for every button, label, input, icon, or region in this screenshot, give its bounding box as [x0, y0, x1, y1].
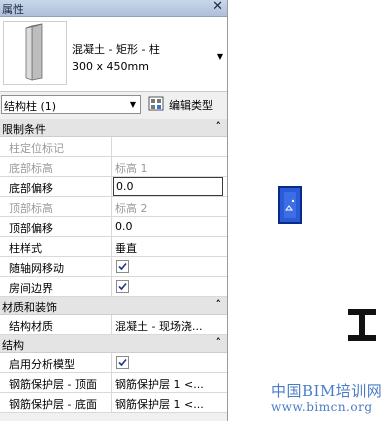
collapse-icon[interactable]: ˄ — [216, 120, 222, 133]
group-structure[interactable]: 结构 ˄ — [0, 335, 227, 353]
palette-title: 属性 — [2, 3, 24, 16]
type-name: 混凝土 - 矩形 - 柱 300 x 450mm — [72, 41, 160, 75]
row-room-bounding: 房间边界 — [0, 277, 227, 297]
checkmark-icon — [118, 358, 127, 367]
column-core — [284, 192, 296, 218]
row-moves-with-grids: 随轴网移动 — [0, 257, 227, 277]
close-icon[interactable]: ✕ — [212, 0, 223, 14]
palette-titlebar: 属性 ✕ — [0, 0, 227, 17]
row-value[interactable]: 垂直 — [115, 240, 137, 256]
properties-grid: 限制条件 ˄ 柱定位标记 底部标高 标高 1 底部偏移 0.0 顶部标高 标高 … — [0, 119, 227, 413]
group-label: 结构 — [2, 339, 24, 352]
group-materials[interactable]: 材质和装饰 ˄ — [0, 297, 227, 315]
row-label: 柱定位标记 — [9, 142, 64, 155]
row-column-style[interactable]: 柱样式 垂直 — [0, 237, 227, 257]
row-base-offset: 底部偏移 0.0 — [0, 177, 227, 197]
checkmark-icon — [118, 282, 127, 291]
selected-column[interactable] — [278, 186, 302, 224]
drawing-canvas[interactable]: 中国BIM培训网 www.bimcn.org — [229, 0, 384, 421]
row-value: 0.0 — [116, 180, 134, 193]
moves-with-grids-checkbox[interactable] — [116, 260, 129, 273]
properties-palette: 属性 ✕ 混凝土 - 矩形 - 柱 300 x 450mm ▼ 结构柱 (1) … — [0, 0, 228, 421]
row-top-level: 顶部标高 标高 2 — [0, 197, 227, 217]
dropdown-arrow-icon[interactable]: ▼ — [217, 52, 223, 61]
row-rebar-cover-bottom[interactable]: 钢筋保护层 - 底面 钢筋保护层 1 <... — [0, 393, 227, 413]
row-enable-analytical-model: 启用分析模型 — [0, 353, 227, 373]
watermark-url: www.bimcn.org — [271, 400, 373, 414]
base-offset-input[interactable]: 0.0 — [113, 177, 223, 196]
instance-filter-dropdown[interactable]: 结构柱 (1) ▼ — [1, 95, 141, 114]
row-value: 标高 1 — [115, 162, 148, 175]
edit-type-icon — [148, 96, 166, 115]
row-label: 底部偏移 — [9, 182, 53, 195]
row-value[interactable]: 混凝土 - 现场浇... — [115, 318, 202, 334]
row-rebar-cover-top[interactable]: 钢筋保护层 - 顶面 钢筋保护层 1 <... — [0, 373, 227, 393]
row-value[interactable]: 钢筋保护层 1 <... — [115, 396, 204, 412]
column-type-thumbnail — [3, 21, 67, 85]
watermark-title: 中国BIM培训网 — [271, 382, 383, 400]
edit-type-button[interactable]: 编辑类型 — [147, 94, 225, 114]
row-column-location-mark: 柱定位标记 — [0, 137, 227, 157]
group-label: 材质和装饰 — [2, 301, 57, 314]
row-label: 顶部偏移 — [9, 222, 53, 235]
edit-type-label: 编辑类型 — [169, 99, 213, 112]
row-label: 钢筋保护层 - 顶面 — [9, 378, 97, 391]
row-value: 标高 2 — [115, 202, 148, 215]
row-label: 柱样式 — [9, 242, 42, 255]
type-selector[interactable]: 混凝土 - 矩形 - 柱 300 x 450mm ▼ — [0, 17, 227, 92]
row-base-level: 底部标高 标高 1 — [0, 157, 227, 177]
analytical-model-checkbox[interactable] — [116, 356, 129, 369]
ibeam-cursor-icon — [347, 308, 377, 345]
group-label: 限制条件 — [2, 123, 46, 136]
group-constraints[interactable]: 限制条件 ˄ — [0, 119, 227, 137]
room-bounding-checkbox[interactable] — [116, 280, 129, 293]
row-label: 启用分析模型 — [9, 358, 75, 371]
row-label: 钢筋保护层 - 底面 — [9, 398, 97, 411]
collapse-icon[interactable]: ˄ — [216, 298, 222, 311]
row-label: 底部标高 — [9, 162, 53, 175]
collapse-icon[interactable]: ˄ — [216, 336, 222, 349]
checkmark-icon — [118, 262, 127, 271]
row-structural-material[interactable]: 结构材质 混凝土 - 现场浇... — [0, 315, 227, 335]
row-label: 顶部标高 — [9, 202, 53, 215]
instance-filter-label: 结构柱 (1) — [4, 100, 57, 113]
row-label: 房间边界 — [9, 282, 53, 295]
row-value[interactable]: 钢筋保护层 1 <... — [115, 376, 204, 392]
row-label: 结构材质 — [9, 320, 53, 333]
row-top-offset[interactable]: 顶部偏移 0.0 — [0, 217, 227, 237]
row-value[interactable]: 0.0 — [115, 220, 133, 233]
chevron-down-icon: ▼ — [129, 100, 136, 109]
type-name-family: 混凝土 - 矩形 - 柱 — [72, 43, 160, 56]
row-label: 随轴网移动 — [9, 262, 64, 275]
type-name-size: 300 x 450mm — [72, 60, 149, 73]
selection-bar: 结构柱 (1) ▼ 编辑类型 — [0, 93, 227, 117]
